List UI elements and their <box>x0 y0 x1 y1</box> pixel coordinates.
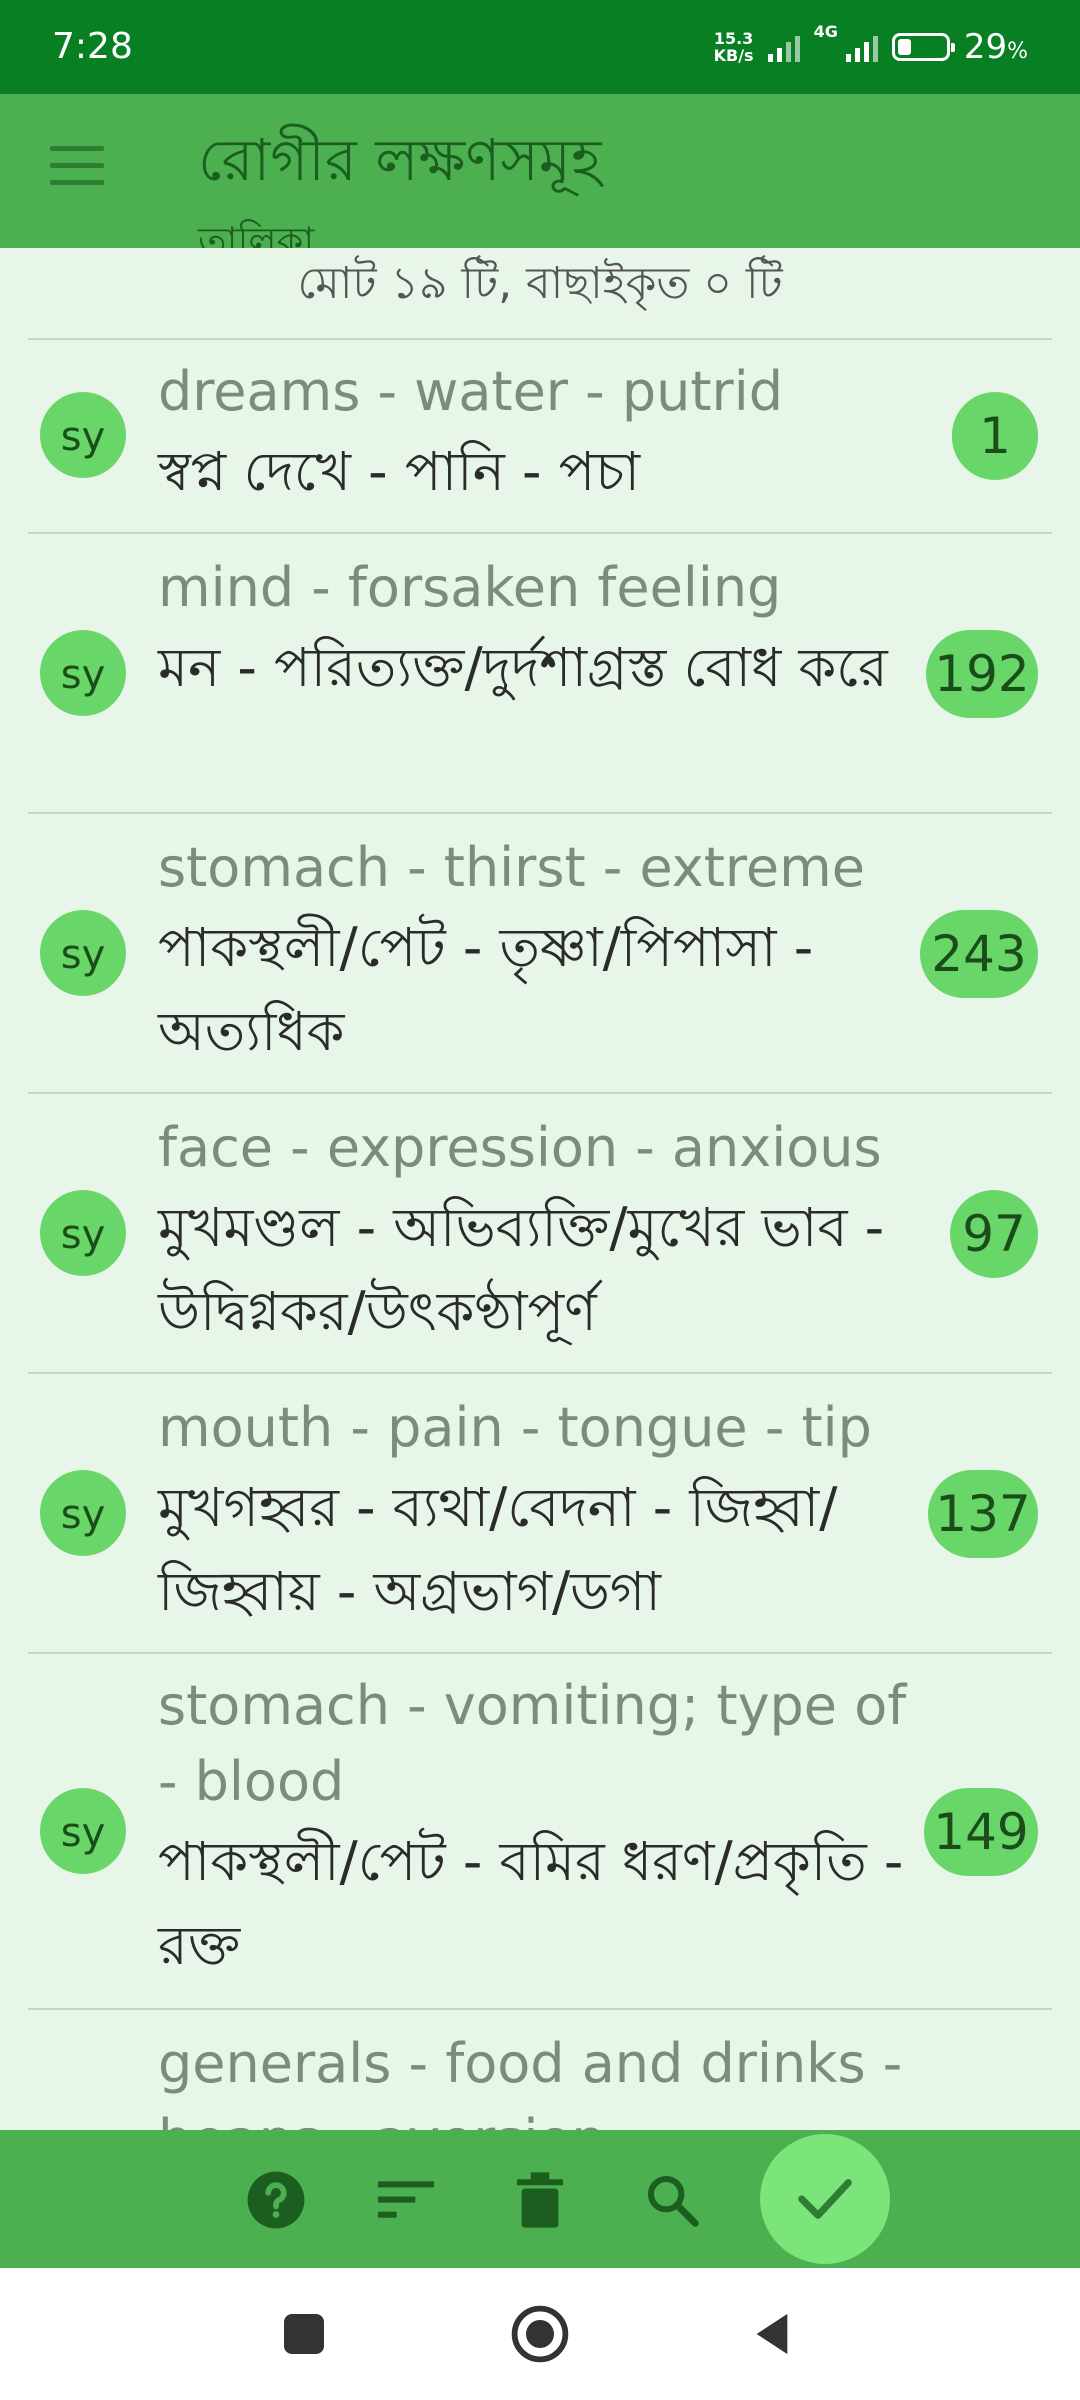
signal-icon <box>767 32 800 62</box>
status-bar: 7:28 15.3 KB/s 4G 29% <box>0 0 1080 94</box>
list-item[interactable]: sy stomach - vomiting; type of - blood প… <box>28 1654 1052 2010</box>
symptom-type-badge: sy <box>40 630 126 716</box>
symptom-english: stomach - thirst - extreme <box>158 836 865 899</box>
page-title: রোগীর লক্ষণসমূহ <box>198 126 602 194</box>
list-item[interactable]: sy dreams - water - putrid স্বপ্ন দেখে -… <box>28 338 1052 534</box>
recents-button[interactable] <box>274 2304 334 2364</box>
signal-icon-2 <box>845 32 878 62</box>
symptom-bengali: পাকস্থলী/পেট - বমির ধরণ/প্রকৃতি - রক্ত <box>158 1830 904 1977</box>
symptom-english: mind - forsaken feeling <box>158 556 782 619</box>
symptom-english: stomach - vomiting; type of - blood <box>158 1674 907 1813</box>
bottom-toolbar <box>0 2130 1080 2268</box>
page-subtitle: তালিকা <box>198 219 315 248</box>
symptom-bengali: মুখগহ্বর - ব্যথা/বেদনা - জিহ্বা/জিহ্বায়… <box>158 1476 838 1623</box>
symptom-bengali: মন - পরিত্যক্ত/দুর্দশাগ্রস্ত বোধ করে <box>158 636 888 699</box>
app-bar: রোগীর লক্ষণসমূহ তালিকা <box>0 94 1080 248</box>
search-icon[interactable] <box>622 2150 722 2250</box>
confirm-button[interactable] <box>760 2134 890 2264</box>
remedy-count-badge: 97 <box>950 1190 1038 1278</box>
symptom-english: face - expression - anxious <box>158 1116 882 1179</box>
list-item[interactable]: sy mouth - pain - tongue - tip মুখগহ্বর … <box>28 1374 1052 1654</box>
trash-icon[interactable] <box>490 2150 590 2250</box>
network-speed-unit: KB/s <box>713 46 754 65</box>
system-nav-bar <box>0 2268 1080 2400</box>
check-icon <box>798 2179 852 2219</box>
list-item[interactable]: sy mind - forsaken feeling মন - পরিত্যক্… <box>28 534 1052 814</box>
symptom-bengali: মুখমণ্ডল - অভিব্যক্তি/মুখের ভাব - উদ্বিগ… <box>158 1196 885 1343</box>
list-item[interactable]: sy face - expression - anxious মুখমণ্ডল … <box>28 1094 1052 1374</box>
symptom-type-badge: sy <box>40 392 126 478</box>
symptom-english: mouth - pain - tongue - tip <box>158 1396 872 1459</box>
remedy-count-badge: 192 <box>926 630 1038 718</box>
status-time: 7:28 <box>52 26 133 67</box>
list-item[interactable]: generals - food and drinks - beans - ave… <box>28 2010 1052 2130</box>
symptom-type-badge: sy <box>40 1190 126 1276</box>
back-button[interactable] <box>742 2304 802 2364</box>
battery-fill <box>897 39 911 55</box>
symptom-english: dreams - water - putrid <box>158 360 783 423</box>
help-circle-icon[interactable] <box>226 2150 326 2250</box>
network-speed: 15.3 KB/s <box>714 30 754 64</box>
symptom-bengali: স্বপ্ন দেখে - পানি - পচা <box>158 440 641 503</box>
remedy-count-badge: 1 <box>952 392 1038 480</box>
remedy-count-badge: 243 <box>920 910 1038 998</box>
remedy-count-badge: 149 <box>924 1788 1038 1876</box>
network-type: 4G <box>813 22 838 41</box>
network-speed-value: 15.3 <box>713 29 754 48</box>
symptom-type-badge: sy <box>40 1788 126 1874</box>
home-button[interactable] <box>510 2304 570 2364</box>
selection-summary: মোট ১৯ টি, বাছাইকৃত ০ টি <box>297 258 783 309</box>
battery-percent: 29% <box>963 27 1028 67</box>
symptom-bengali: পাকস্থলী/পেট - তৃষ্ণা/পিপাসা - অত্যধিক <box>158 916 814 1063</box>
menu-icon[interactable] <box>50 146 104 186</box>
symptom-english: generals - food and drinks - beans - ave… <box>158 2032 903 2130</box>
list-item[interactable]: sy stomach - thirst - extreme পাকস্থলী/প… <box>28 814 1052 1094</box>
battery-icon <box>891 33 955 61</box>
symptom-type-badge: sy <box>40 910 126 996</box>
status-icons: 15.3 KB/s 4G 29% <box>714 22 1028 72</box>
symptom-type-badge: sy <box>40 1470 126 1556</box>
sort-icon[interactable] <box>356 2150 456 2250</box>
symptom-list[interactable]: sy dreams - water - putrid স্বপ্ন দেখে -… <box>0 338 1080 2130</box>
remedy-count-badge: 137 <box>928 1470 1038 1558</box>
